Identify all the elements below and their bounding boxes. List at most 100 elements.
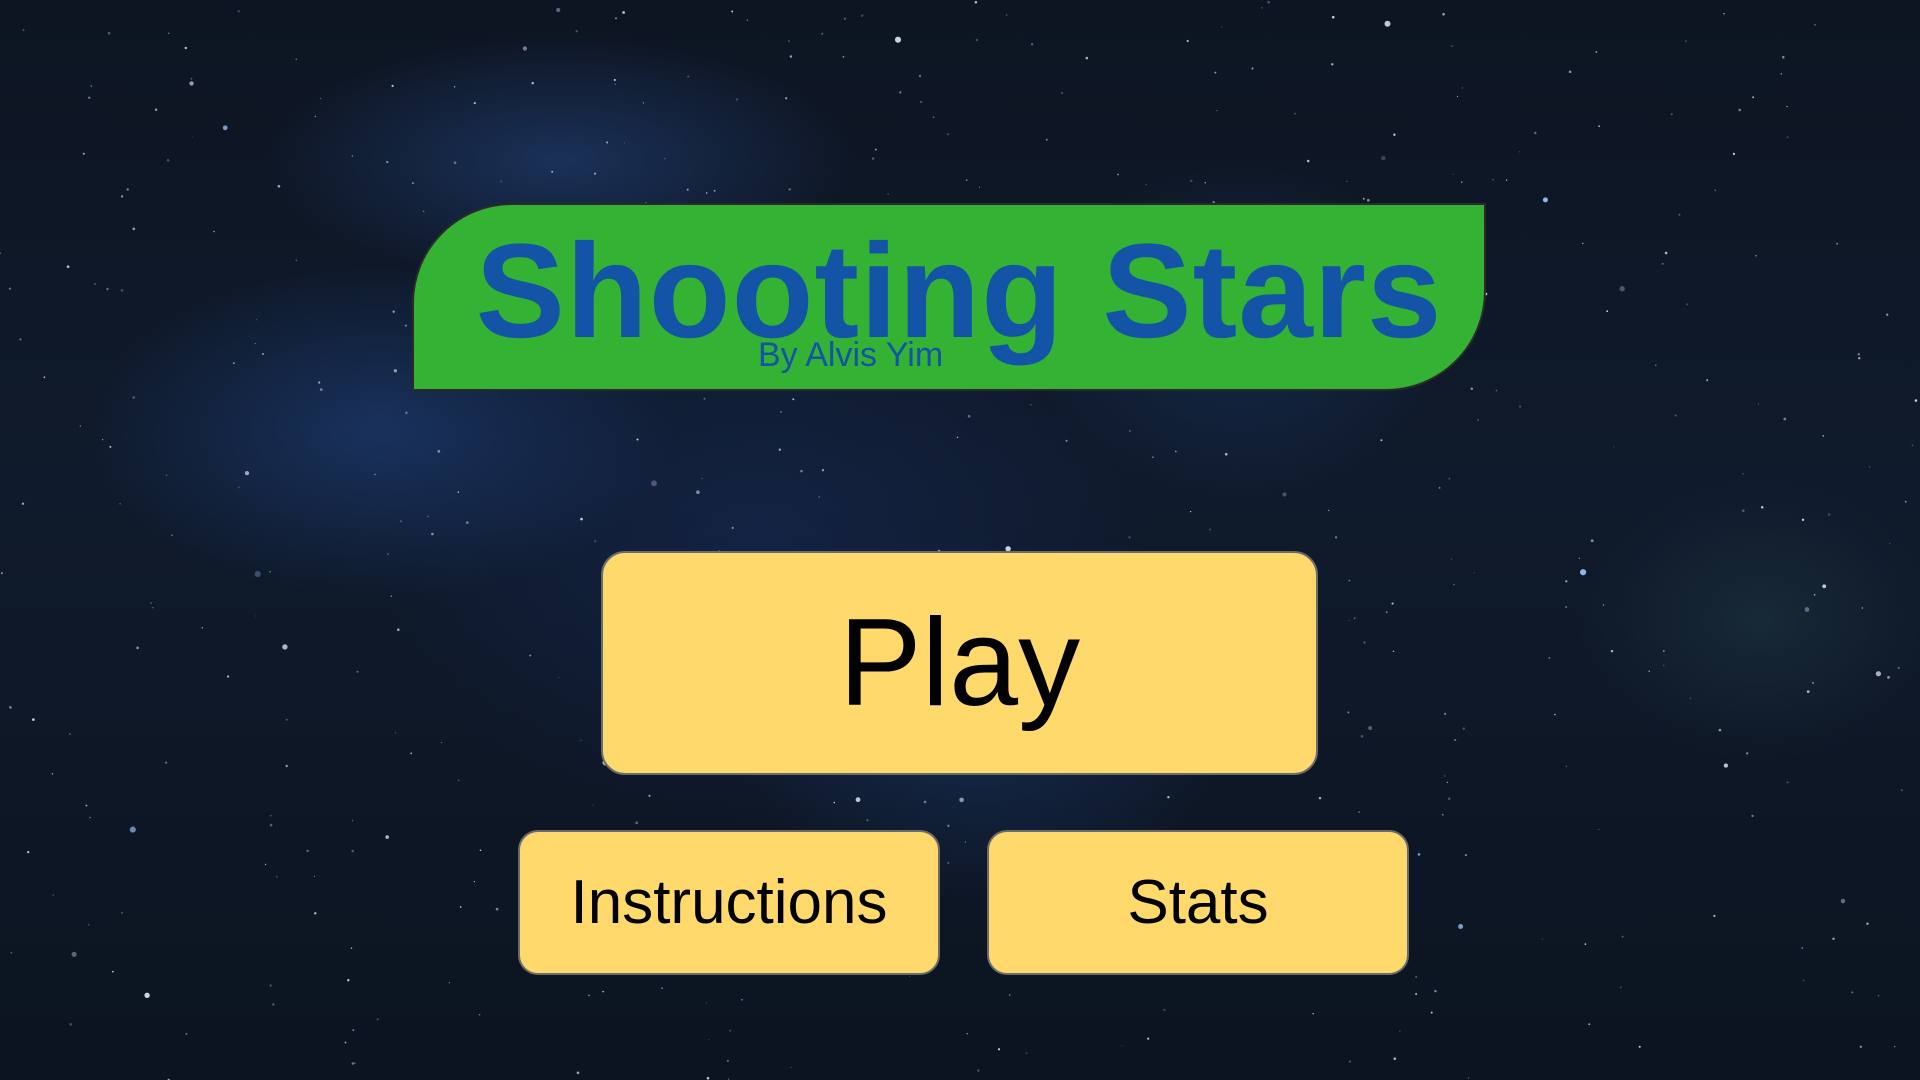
star-dot bbox=[622, 11, 625, 14]
star-dot bbox=[286, 719, 288, 721]
star-dot bbox=[975, 38, 979, 42]
star-dot bbox=[741, 999, 743, 1001]
star-dot bbox=[1005, 14, 1008, 16]
star-dot bbox=[437, 450, 441, 453]
star-dot bbox=[351, 820, 354, 822]
star-dot bbox=[87, 924, 90, 926]
star-dot bbox=[102, 439, 104, 441]
star-dot bbox=[244, 470, 250, 476]
star-dot bbox=[1554, 713, 1556, 716]
star-dot bbox=[285, 764, 288, 768]
star-dot bbox=[1602, 604, 1605, 606]
title-banner: Shooting Stars By Alvis Yim bbox=[412, 203, 1486, 391]
star-dot bbox=[1686, 303, 1689, 306]
star-dot bbox=[1732, 152, 1736, 156]
star-dot bbox=[1866, 922, 1869, 925]
star-dot bbox=[1827, 513, 1831, 516]
star-dot bbox=[129, 826, 136, 833]
star-dot bbox=[1858, 357, 1861, 360]
star-dot bbox=[1348, 619, 1350, 622]
star-dot bbox=[1887, 676, 1890, 679]
star-dot bbox=[1209, 528, 1211, 531]
star-dot bbox=[1782, 55, 1785, 59]
star-dot bbox=[1473, 572, 1475, 574]
star-dot bbox=[687, 75, 690, 78]
instructions-button[interactable]: Instructions bbox=[518, 830, 940, 975]
star-dot bbox=[580, 739, 582, 741]
star-dot bbox=[351, 1062, 355, 1065]
star-dot bbox=[1348, 1060, 1351, 1063]
star-dot bbox=[269, 571, 271, 573]
star-dot bbox=[423, 210, 425, 213]
star-dot bbox=[1742, 473, 1744, 475]
star-dot bbox=[1381, 155, 1386, 161]
star-dot bbox=[448, 982, 450, 984]
star-dot bbox=[726, 1059, 729, 1062]
stats-button[interactable]: Stats bbox=[987, 830, 1409, 975]
star-dot bbox=[1738, 108, 1742, 112]
star-dot bbox=[404, 324, 407, 327]
star-dot bbox=[556, 7, 561, 13]
star-dot bbox=[1857, 353, 1860, 356]
star-dot bbox=[1117, 173, 1119, 176]
star-dot bbox=[615, 17, 617, 20]
star-dot bbox=[1495, 389, 1498, 392]
star-dot bbox=[79, 425, 82, 427]
star-dot bbox=[1152, 456, 1154, 458]
star-dot bbox=[997, 1048, 1001, 1051]
star-dot bbox=[185, 1032, 188, 1035]
star-dot bbox=[1065, 439, 1068, 442]
star-dot bbox=[818, 496, 820, 498]
star-dot bbox=[1366, 198, 1370, 202]
star-dot bbox=[874, 148, 877, 151]
star-dot bbox=[232, 362, 235, 365]
star-dot bbox=[1832, 937, 1835, 940]
star-dot bbox=[320, 97, 322, 99]
star-dot bbox=[43, 376, 46, 379]
star-dot bbox=[1811, 681, 1815, 684]
star-dot bbox=[1358, 811, 1360, 813]
star-dot bbox=[1129, 430, 1131, 432]
star-dot bbox=[1224, 452, 1228, 456]
star-dot bbox=[1786, 136, 1789, 138]
star-dot bbox=[731, 526, 734, 530]
star-dot bbox=[746, 19, 749, 22]
star-dot bbox=[789, 55, 793, 58]
star-dot bbox=[1582, 242, 1584, 245]
star-dot bbox=[27, 850, 30, 854]
star-dot bbox=[1447, 797, 1451, 800]
star-dot bbox=[473, 881, 475, 883]
star-dot bbox=[201, 627, 203, 629]
star-dot bbox=[1220, 26, 1223, 28]
star-dot bbox=[1718, 728, 1722, 732]
star-dot bbox=[1331, 15, 1335, 19]
star-dot bbox=[120, 195, 124, 198]
star-dot bbox=[899, 91, 902, 94]
author-credit: By Alvis Yim bbox=[758, 336, 944, 374]
star-dot bbox=[956, 436, 959, 439]
star-dot bbox=[1541, 938, 1544, 940]
star-dot bbox=[0, 572, 3, 575]
star-dot bbox=[111, 970, 114, 973]
star-dot bbox=[735, 98, 739, 101]
star-dot bbox=[1542, 197, 1548, 203]
star-dot bbox=[919, 100, 923, 104]
star-dot bbox=[269, 984, 272, 987]
star-dot bbox=[731, 10, 734, 13]
star-dot bbox=[1598, 828, 1600, 831]
star-dot bbox=[121, 912, 123, 914]
play-button[interactable]: Play bbox=[601, 551, 1318, 775]
star-dot bbox=[959, 797, 964, 803]
star-dot bbox=[1886, 313, 1889, 316]
star-dot bbox=[842, 55, 845, 58]
star-dot bbox=[71, 951, 77, 957]
star-dot bbox=[1904, 500, 1907, 503]
star-dot bbox=[1334, 536, 1338, 539]
star-dot bbox=[1638, 1045, 1641, 1048]
star-dot bbox=[1548, 657, 1551, 659]
star-dot bbox=[453, 86, 456, 88]
star-dot bbox=[1267, 0, 1271, 4]
star-dot bbox=[1813, 594, 1816, 596]
star-dot bbox=[1584, 943, 1587, 945]
star-dot bbox=[392, 310, 395, 313]
